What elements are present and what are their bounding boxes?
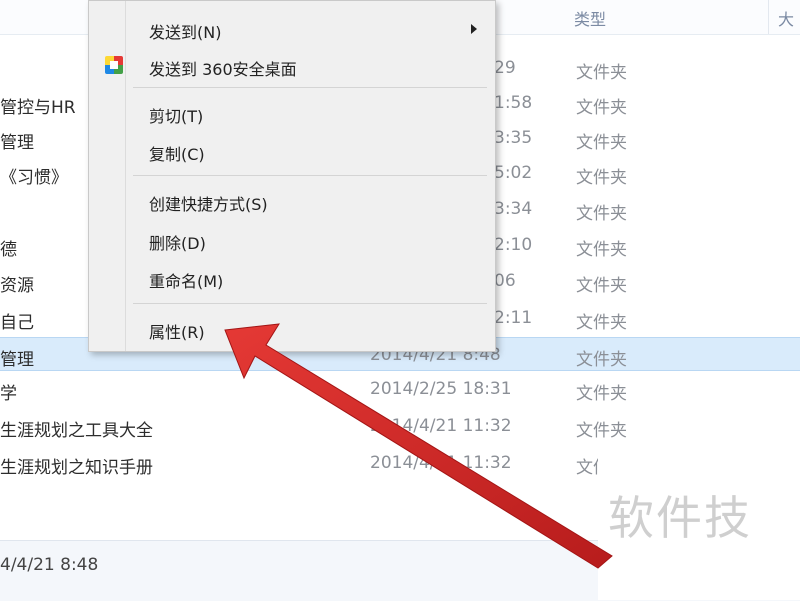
watermark-text: 软件技 <box>608 491 752 545</box>
menu-item-send-to-360[interactable]: 发送到 360安全桌面 <box>89 51 495 81</box>
row-date: 29 <box>494 58 516 78</box>
360-desktop-icon <box>105 56 123 74</box>
menu-item-delete[interactable]: 删除(D) <box>89 225 495 255</box>
row-name: 自己 <box>0 313 34 333</box>
row-type: 文件夹 <box>576 168 627 188</box>
row-name: 管理 <box>0 350 34 370</box>
menu-item-cut[interactable]: 剪切(T) <box>89 98 495 128</box>
context-menu: 发送到(N) 发送到 360安全桌面 剪切(T) 复制(C) 创建快捷方式(S)… <box>88 0 496 352</box>
row-date: 3:35 <box>494 128 533 148</box>
menu-separator <box>133 303 487 304</box>
row-type: 文件夹 <box>576 133 627 153</box>
row-name: 德 <box>0 240 17 260</box>
table-row[interactable]: 学 2014/2/25 18:31 文件夹 <box>0 372 800 406</box>
row-name: 学 <box>0 384 17 404</box>
row-date: 2:11 <box>494 308 533 328</box>
column-header-size[interactable]: 大 <box>778 6 794 30</box>
row-date: 2:10 <box>494 235 533 255</box>
menu-item-properties[interactable]: 属性(R) <box>89 314 495 344</box>
menu-item-label: 重命名(M) <box>149 272 224 291</box>
menu-item-label: 属性(R) <box>149 323 205 342</box>
menu-item-label: 发送到 360安全桌面 <box>149 60 297 79</box>
submenu-arrow-icon <box>471 24 477 34</box>
row-name: 管理 <box>0 133 34 153</box>
row-name: 资源 <box>0 276 34 296</box>
row-date: 5:02 <box>494 163 533 183</box>
row-type: 文件夹 <box>576 421 627 441</box>
row-date: 1:58 <box>494 93 533 113</box>
table-row[interactable]: 生涯规划之工具大全 2014/4/21 11:32 文件夹 <box>0 409 800 443</box>
row-type: 文件夹 <box>576 63 627 83</box>
column-header-type[interactable]: 类型 <box>574 6 606 30</box>
menu-item-create-shortcut[interactable]: 创建快捷方式(S) <box>89 186 495 216</box>
row-name: 管控与HR <box>0 98 76 118</box>
watermark: 软件技 <box>598 452 800 600</box>
menu-item-label: 创建快捷方式(S) <box>149 195 268 214</box>
menu-item-copy[interactable]: 复制(C) <box>89 136 495 166</box>
menu-item-label: 剪切(T) <box>149 107 204 126</box>
column-separator[interactable] <box>768 0 769 34</box>
row-type: 文件夹 <box>576 384 627 404</box>
row-name: 生涯规划之工具大全 <box>0 421 153 441</box>
row-date: 3:34 <box>494 199 533 219</box>
status-text: 4/4/21 8:48 <box>0 555 99 575</box>
menu-item-label: 发送到(N) <box>149 23 222 42</box>
row-name: 《习惯》 <box>0 168 68 188</box>
row-date: 2014/4/21 11:32 <box>370 453 512 473</box>
row-type: 文件夹 <box>576 313 627 333</box>
row-type: 文件夹 <box>576 204 627 224</box>
menu-item-label: 复制(C) <box>149 145 205 164</box>
row-type: 文件夹 <box>576 350 627 370</box>
row-date: 2014/4/21 11:32 <box>370 416 512 436</box>
row-name: 生涯规划之知识手册 <box>0 458 153 478</box>
row-date: 06 <box>494 271 516 291</box>
menu-separator <box>133 87 487 88</box>
menu-item-send-to[interactable]: 发送到(N) <box>89 14 495 44</box>
menu-item-rename[interactable]: 重命名(M) <box>89 263 495 293</box>
row-type: 文件夹 <box>576 98 627 118</box>
menu-separator <box>133 175 487 176</box>
row-type: 文件夹 <box>576 240 627 260</box>
row-type: 文件夹 <box>576 276 627 296</box>
menu-item-label: 删除(D) <box>149 234 206 253</box>
row-date: 2014/2/25 18:31 <box>370 379 512 399</box>
